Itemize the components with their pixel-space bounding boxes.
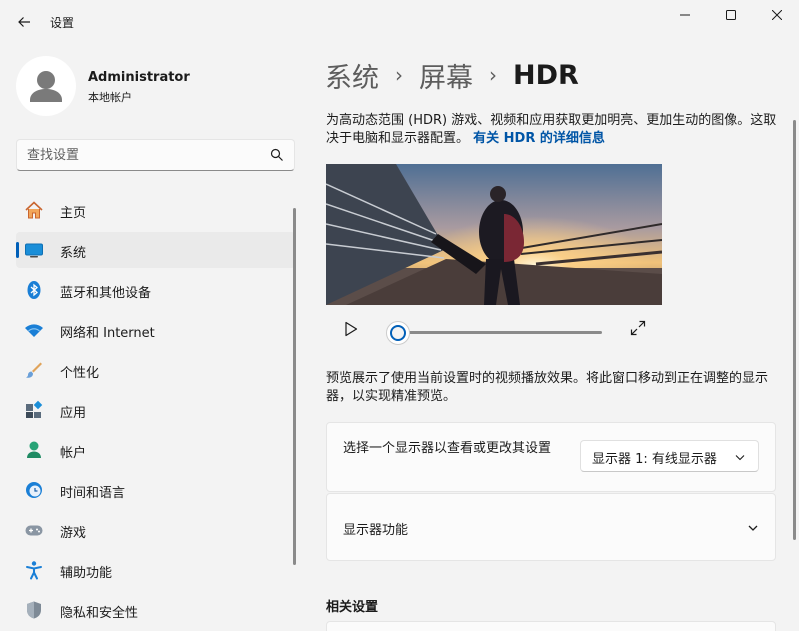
bluetooth-icon [24,280,44,300]
sidebar-item-label: 系统 [60,246,87,261]
sidebar-scrollbar[interactable] [293,208,296,565]
paintbrush-icon [24,360,44,380]
sidebar-item-label: 应用 [60,406,87,421]
play-icon [345,321,358,337]
hdr-description: 为高动态范围 (HDR) 游戏、视频和应用获取更加明亮、更加生动的图像。这取决于… [326,112,778,148]
time-language-icon [24,480,44,500]
sidebar-item-label: 个性化 [60,366,100,381]
hdr-video-preview [326,164,662,305]
search-input[interactable] [27,146,267,164]
play-button[interactable] [340,318,362,340]
chevron-down-icon [735,455,745,461]
shield-icon [24,600,44,620]
gamepad-icon [24,520,44,540]
expand-icon [630,320,646,336]
maximize-button[interactable] [708,0,754,30]
app-title: 设置 [50,16,75,30]
system-display-icon [24,240,44,260]
apps-icon [24,400,44,420]
back-arrow-icon [18,17,30,27]
sidebar-item-label: 隐私和安全性 [60,606,139,621]
user-name: Administrator [88,70,190,85]
sidebar-item-bluetooth[interactable]: 蓝牙和其他设备 [16,272,295,308]
display-dropdown[interactable]: 显示器 1: 有线显示器 [580,440,759,472]
related-settings-heading: 相关设置 [326,600,379,615]
account-icon [24,440,44,460]
minimize-icon [680,14,690,16]
chevron-right-icon: › [395,63,403,87]
account-type: 本地帐户 [88,91,132,104]
avatar [16,56,76,116]
video-frame [326,164,662,305]
sidebar-item-network[interactable]: 网络和 Internet [16,312,295,348]
sidebar-item-label: 时间和语言 [60,486,126,501]
sidebar-item-time-language[interactable]: 时间和语言 [16,472,295,508]
sidebar-item-label: 网络和 Internet [60,326,155,341]
sidebar-item-label: 辅助功能 [60,566,113,581]
sidebar-item-label: 主页 [60,206,87,221]
sidebar-item-apps[interactable]: 应用 [16,392,295,428]
search-box [16,139,295,171]
close-button[interactable] [754,0,799,30]
chevron-right-icon: › [489,63,497,87]
sidebar-nav: 主页 系统 蓝牙和其他设备 网络和 Internet 个性化 应用 帐户 时间和… [16,192,295,631]
display-dropdown-value: 显示器 1: 有线显示器 [592,452,717,467]
display-features-label: 显示器功能 [343,523,409,538]
breadcrumb-display[interactable]: 屏幕 [419,56,473,95]
close-icon [772,10,782,20]
chevron-down-icon [748,525,758,531]
breadcrumb: 系统 › 屏幕 › HDR [325,55,579,95]
video-seek-track[interactable] [398,331,602,334]
sidebar-item-label: 帐户 [60,446,87,461]
sidebar-item-accessibility[interactable]: 辅助功能 [16,552,295,588]
home-icon [24,200,44,220]
display-selector-label: 选择一个显示器以查看或更改其设置 [343,441,552,456]
main-scrollbar[interactable] [793,120,796,540]
learn-more-link[interactable]: 有关 HDR 的详细信息 [473,131,605,146]
display-features-card[interactable]: 显示器功能 [326,493,776,561]
user-card[interactable]: Administrator 本地帐户 [16,56,296,116]
sidebar-item-privacy[interactable]: 隐私和安全性 [16,592,295,628]
sidebar-item-personalization[interactable]: 个性化 [16,352,295,388]
breadcrumb-system[interactable]: 系统 [325,56,379,95]
back-button[interactable] [10,8,38,36]
minimize-button[interactable] [662,0,708,30]
related-settings-card[interactable] [326,621,776,631]
sidebar-item-system[interactable]: 系统 [16,232,295,268]
sidebar-item-gaming[interactable]: 游戏 [16,512,295,548]
preview-note: 预览展示了使用当前设置时的视频播放效果。将此窗口移动到正在调整的显示器，以实现精… [326,371,769,404]
sidebar-item-accounts[interactable]: 帐户 [16,432,295,468]
accessibility-icon [24,560,44,580]
page-title: HDR [513,59,579,91]
wifi-icon [24,320,44,340]
video-seek-thumb[interactable] [386,321,410,345]
maximize-icon [726,10,736,20]
display-selector-card: 选择一个显示器以查看或更改其设置 显示器 1: 有线显示器 [326,422,776,492]
fullscreen-button[interactable] [628,318,648,338]
sidebar-item-home[interactable]: 主页 [16,192,295,228]
title-bar: 设置 [0,0,799,44]
user-avatar-icon [30,71,62,102]
search-icon[interactable] [270,148,284,162]
sidebar-item-label: 蓝牙和其他设备 [60,286,152,301]
sidebar-item-label: 游戏 [60,526,87,541]
